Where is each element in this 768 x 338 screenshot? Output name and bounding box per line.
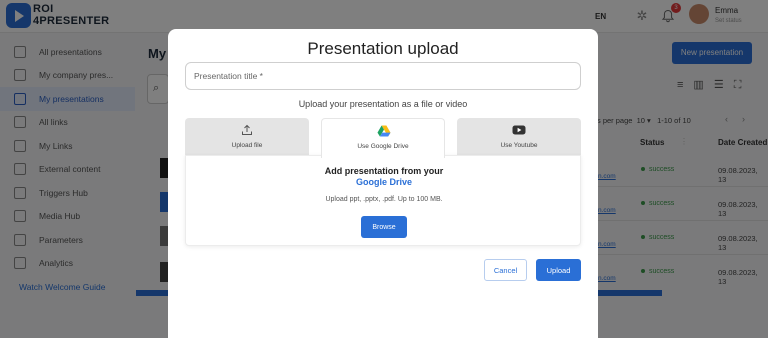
upload-icon (242, 124, 252, 135)
tab-label: Use Youtube (500, 142, 538, 149)
tab-google-drive[interactable]: Use Google Drive (321, 118, 445, 158)
google-drive-link[interactable]: Google Drive (186, 177, 582, 187)
cancel-button[interactable]: Cancel (484, 259, 527, 281)
panel-heading: Add presentation from your (324, 166, 444, 176)
tab-label: Upload file (231, 142, 263, 149)
tab-youtube[interactable]: Use Youtube (457, 118, 581, 156)
modal-title: Presentation upload (307, 39, 459, 58)
youtube-icon (512, 125, 526, 135)
google-drive-panel: Add presentation from your Google Drive … (185, 155, 581, 246)
presentation-title-input[interactable] (185, 62, 581, 90)
upload-limits-note: Upload ppt, .pptx, .pdf. Up to 100 MB. (325, 196, 443, 203)
tab-upload-file[interactable]: Upload file (185, 118, 309, 156)
upload-button[interactable]: Upload (536, 259, 581, 281)
tab-label: Use Google Drive (357, 143, 409, 150)
browse-button[interactable]: Browse (361, 216, 407, 238)
upload-subtitle: Upload your presentation as a file or vi… (298, 99, 468, 109)
upload-modal: Presentation upload Upload your presenta… (168, 29, 598, 338)
google-drive-icon (377, 125, 391, 137)
app-root: ROI 4PRESENTER EN ✲ 3 Emma Set status Al… (0, 0, 768, 338)
